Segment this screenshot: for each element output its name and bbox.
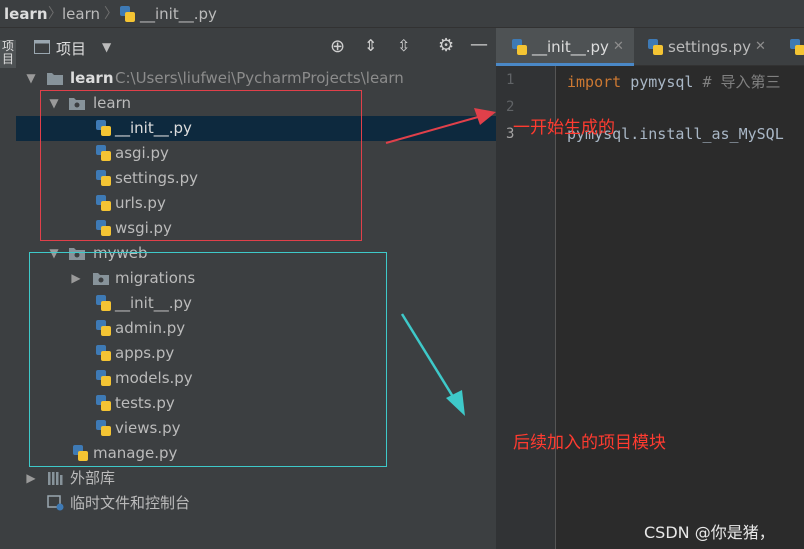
- annotation-added: 后续加入的项目模块: [513, 433, 666, 453]
- annotation-arrows: [385, 108, 496, 416]
- annotation-initial: 一开始生成的: [513, 118, 615, 138]
- red-arrow-icon: [385, 108, 496, 144]
- cyan-arrow-icon: [400, 313, 465, 416]
- watermark: CSDN @你是猪，: [644, 523, 775, 542]
